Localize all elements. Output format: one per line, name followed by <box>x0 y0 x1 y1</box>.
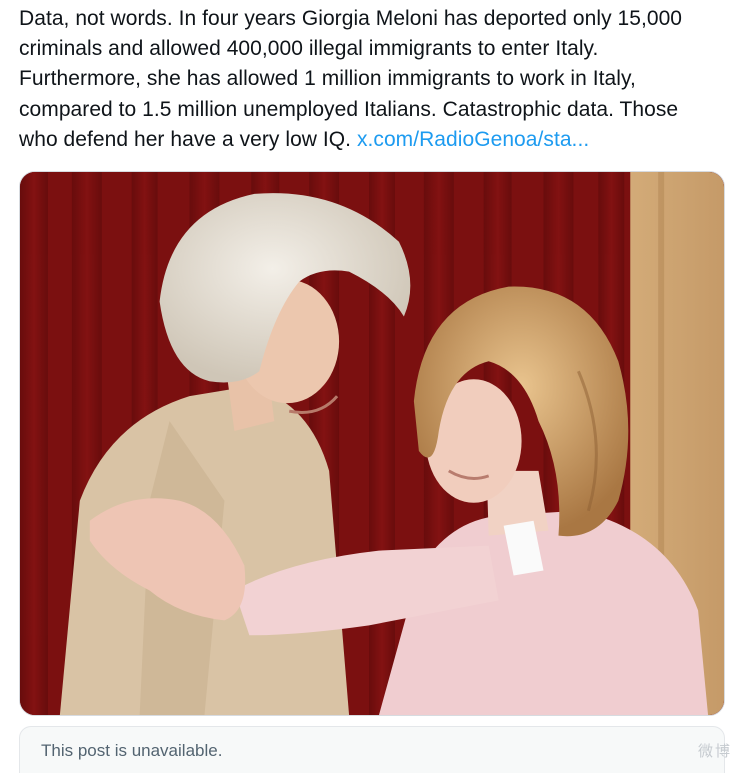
post-link[interactable]: x.com/RadioGenoa/sta... <box>357 128 589 151</box>
post-text-line-5-text: who defend her have a very low IQ. <box>19 127 352 151</box>
post-text-line-1: Data, not words. In four years Giorgia M… <box>19 7 683 30</box>
weibo-watermark: 微博 <box>697 743 732 760</box>
post-text: Data, not words. In four years Giorgia M… <box>19 4 731 155</box>
post-text-line-2: criminals and allowed 400,000 illegal im… <box>19 37 599 61</box>
post-text-line-3: Furthermore, she has allowed 1 million i… <box>19 67 636 91</box>
photo-illustration <box>20 172 724 715</box>
quoted-post-unavailable: This post is unavailable. <box>19 726 725 773</box>
post-text-line-5: who defend her have a very low IQ. x.com… <box>19 125 731 155</box>
unavailable-message: This post is unavailable. <box>41 741 223 760</box>
post-text-line-4: compared to 1.5 million unemployed Itali… <box>19 97 679 121</box>
post-photo[interactable] <box>19 171 725 716</box>
